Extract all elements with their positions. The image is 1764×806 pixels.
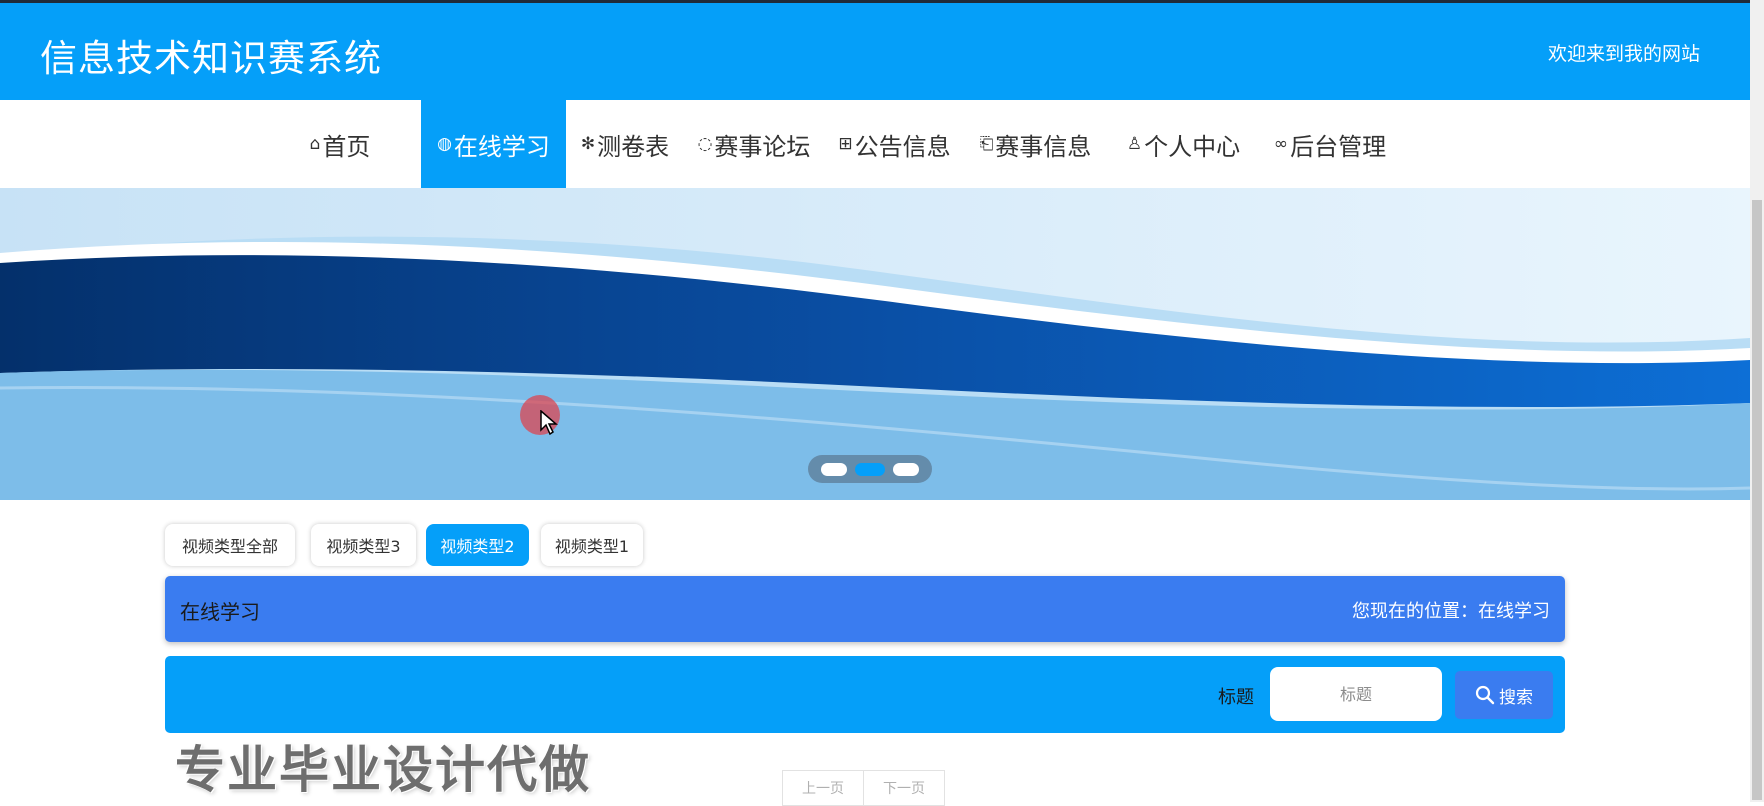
section-header: 在线学习 您现在的位置：在线学习 — [165, 576, 1565, 642]
search-button-label: 搜索 — [1499, 687, 1533, 708]
banner-carousel[interactable] — [0, 188, 1750, 500]
carousel-dot[interactable] — [893, 462, 919, 476]
carousel-dot-active[interactable] — [855, 462, 885, 476]
nav-item-label: 在线学习 — [453, 132, 550, 161]
pagination: 上一页 下一页 — [782, 770, 945, 806]
nav-item-label: 后台管理 — [1290, 132, 1387, 161]
next-page-button[interactable]: 下一页 — [864, 770, 945, 806]
header-bar: 信息技术知识赛系统 欢迎来到我的网站 — [0, 0, 1750, 100]
nav-item-label: 测卷表 — [597, 132, 670, 161]
filter-type-2[interactable]: 视频类型2 — [426, 524, 529, 566]
nav-item-admin[interactable]: ∞ 后台管理 — [1265, 100, 1395, 188]
grid-icon: ⊞ — [838, 134, 853, 154]
nav-item-profile[interactable]: ♙ 个人中心 — [1122, 100, 1245, 188]
book-icon: ⎗ — [979, 134, 994, 154]
prev-page-button[interactable]: 上一页 — [782, 770, 864, 806]
page-scrollbar[interactable] — [1750, 0, 1764, 802]
carousel-dot[interactable] — [821, 462, 847, 476]
section-title: 在线学习 — [180, 600, 260, 624]
nav-item-online-learning[interactable]: ◍ 在线学习 — [421, 100, 566, 188]
nav-item-label: 赛事论坛 — [714, 132, 811, 161]
scrollbar-thumb[interactable] — [1752, 200, 1762, 800]
nav-item-label: 个人中心 — [1144, 132, 1241, 161]
link-icon: ∞ — [1273, 134, 1289, 154]
search-input[interactable] — [1270, 667, 1442, 721]
main-nav: ⌂ 首页 ◍ 在线学习 ✻ 测卷表 ◌ 赛事论坛 ⊞ 公告信息 ⎗ 赛事信息 ♙… — [0, 100, 1750, 188]
nav-item-label: 首页 — [322, 132, 371, 161]
watermark-text: 专业毕业设计代做 — [175, 741, 591, 799]
filter-type-3[interactable]: 视频类型3 — [311, 524, 416, 566]
nav-item-label: 公告信息 — [854, 132, 951, 161]
filter-all[interactable]: 视频类型全部 — [165, 524, 295, 566]
nav-item-announcements[interactable]: ⊞ 公告信息 — [833, 100, 956, 188]
search-bar: 标题 搜索 — [165, 656, 1565, 733]
nav-item-home[interactable]: ⌂ 首页 — [300, 100, 380, 188]
carousel-indicators — [808, 455, 932, 483]
globe-icon: ◍ — [437, 134, 452, 154]
home-icon: ⌂ — [309, 134, 321, 154]
search-icon — [1475, 685, 1495, 705]
welcome-text: 欢迎来到我的网站 — [1547, 43, 1700, 65]
user-icon: ♙ — [1126, 134, 1143, 154]
window-top-edge — [0, 0, 1764, 3]
nav-item-competitions[interactable]: ⎗ 赛事信息 — [973, 100, 1098, 188]
snowflake-icon: ✻ — [580, 134, 596, 154]
chat-bubble-icon: ◌ — [697, 134, 713, 154]
breadcrumb: 您现在的位置：在线学习 — [1352, 601, 1550, 622]
nav-item-test-papers[interactable]: ✻ 测卷表 — [577, 100, 673, 188]
nav-item-forum[interactable]: ◌ 赛事论坛 — [693, 100, 815, 188]
nav-item-label: 赛事信息 — [995, 132, 1092, 161]
filter-type-1[interactable]: 视频类型1 — [541, 524, 643, 566]
banner-wave-image — [0, 188, 1750, 500]
mouse-cursor-icon — [540, 410, 558, 436]
search-button[interactable]: 搜索 — [1455, 671, 1553, 719]
search-label: 标题 — [1218, 687, 1254, 708]
site-title: 信息技术知识赛系统 — [40, 37, 382, 80]
